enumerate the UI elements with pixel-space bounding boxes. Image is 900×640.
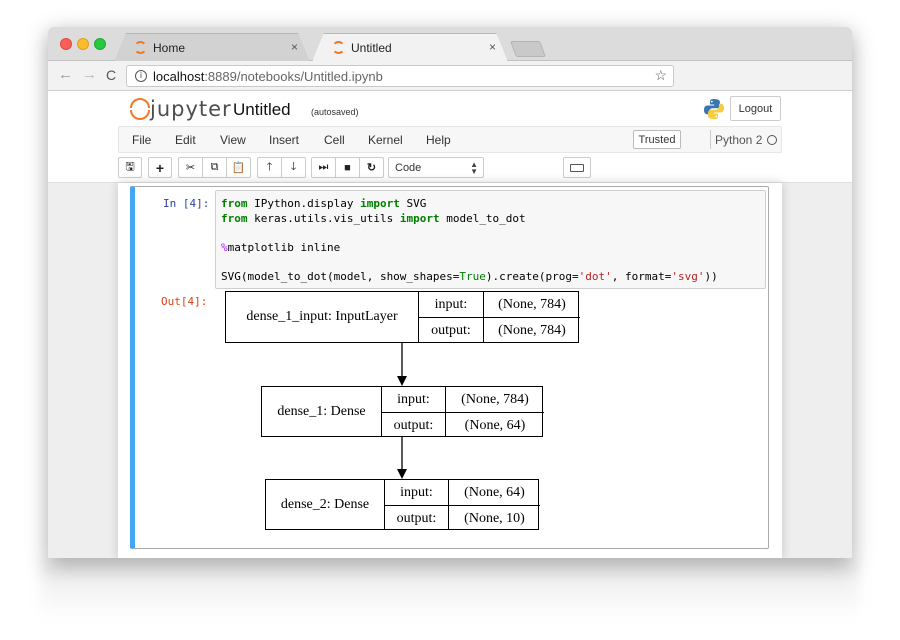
tab-label: Untitled [351, 40, 392, 55]
insert-cell-icon[interactable]: + [148, 157, 172, 178]
forward-icon[interactable]: → [82, 66, 97, 83]
jupyter-favicon-icon [134, 41, 147, 54]
graph-node-dense-2: dense_2: Dense input: (None, 64) output:… [265, 479, 540, 530]
tab-label: Home [153, 40, 186, 55]
jupyter-favicon-icon [332, 41, 345, 54]
input-label: input: [400, 484, 433, 500]
graph-node-input-layer: dense_1_input: InputLayer input: (None, … [225, 291, 580, 343]
output-shape: (None, 784) [498, 322, 566, 338]
edge-arrow-1 [397, 343, 407, 386]
notebook-toolbar: 🖫 + ✂ ⧉ 📋 🡑 🡓 ⏭ ■ ↻ Code ▲ ▼ [118, 154, 782, 182]
close-window-button[interactable] [60, 38, 72, 50]
close-tab-icon[interactable]: × [489, 40, 496, 54]
output-shape: (None, 10) [464, 510, 525, 526]
input-shape: (None, 784) [498, 296, 566, 312]
autosave-status: (autosaved) [311, 107, 359, 117]
cell-type-value: Code [395, 161, 422, 174]
menu-cell[interactable]: Cell [324, 133, 345, 147]
jupyter-header: jupyter Untitled (autosaved) Logout File… [48, 91, 852, 183]
input-label: input: [397, 391, 430, 407]
code-cell[interactable]: In [4]: from IPython.display import SVG … [130, 186, 769, 549]
menu-file[interactable]: File [132, 133, 151, 147]
menu-insert[interactable]: Insert [269, 133, 299, 147]
notebook-container: In [4]: from IPython.display import SVG … [118, 183, 782, 558]
page-content: jupyter Untitled (autosaved) Logout File… [48, 91, 852, 558]
close-tab-icon[interactable]: × [291, 40, 298, 54]
menu-view[interactable]: View [220, 133, 246, 147]
cut-icon[interactable]: ✂ [178, 157, 203, 178]
minimize-window-button[interactable] [77, 38, 89, 50]
info-icon[interactable]: i [135, 70, 147, 82]
input-prompt: In [4]: [163, 197, 210, 210]
menu-help[interactable]: Help [426, 133, 451, 147]
save-icon[interactable]: 🖫 [118, 157, 142, 178]
menu-edit[interactable]: Edit [175, 133, 196, 147]
logout-button[interactable]: Logout [730, 96, 781, 121]
paste-icon[interactable]: 📋 [226, 157, 251, 178]
reload-icon[interactable]: C [106, 67, 116, 83]
browser-window: Home × Untitled × ← → C i localhost:8889… [48, 27, 852, 558]
node-name: dense_2: Dense [266, 480, 385, 529]
jupyter-logo-icon [130, 98, 150, 120]
output-label: output: [396, 510, 437, 526]
window-reflection [40, 560, 860, 620]
input-label: input: [434, 296, 468, 312]
url-field[interactable]: i localhost:8889/notebooks/Untitled.ipyn… [126, 65, 674, 87]
node-name: dense_1: Dense [262, 387, 382, 436]
move-down-icon[interactable]: 🡓 [281, 157, 306, 178]
tab-untitled[interactable]: Untitled × [312, 33, 508, 62]
kernel-idle-indicator-icon [767, 135, 777, 145]
select-arrows-icon: ▲ ▼ [470, 160, 478, 176]
maximize-window-button[interactable] [94, 38, 106, 50]
run-icon[interactable]: ⏭ [311, 157, 336, 178]
node-name: dense_1_input: InputLayer [226, 292, 419, 342]
tab-home[interactable]: Home × [114, 33, 310, 62]
edge-arrow-2 [397, 437, 407, 479]
back-icon[interactable]: ← [58, 66, 73, 83]
divider [710, 130, 711, 149]
code-editor[interactable]: from IPython.display import SVG from ker… [215, 190, 766, 289]
python-logo-icon [704, 99, 724, 119]
url-text: localhost:8889/notebooks/Untitled.ipynb [153, 68, 383, 84]
copy-icon[interactable]: ⧉ [202, 157, 227, 178]
bookmark-star-icon[interactable]: ☆ [654, 67, 667, 84]
graph-node-dense-1: dense_1: Dense input: (None, 784) output… [261, 386, 544, 437]
move-up-icon[interactable]: 🡑 [257, 157, 282, 178]
output-label: output: [393, 417, 434, 433]
cell-type-select[interactable]: Code ▲ ▼ [388, 157, 484, 178]
output-label: output: [431, 322, 471, 338]
stop-icon[interactable]: ■ [335, 157, 360, 178]
output-shape: (None, 64) [464, 417, 526, 433]
new-tab-button[interactable] [510, 41, 546, 57]
trusted-button[interactable]: Trusted [633, 130, 681, 149]
input-shape: (None, 64) [464, 484, 525, 500]
jupyter-logo[interactable]: jupyter [130, 97, 232, 121]
tab-bar: Home × Untitled × [48, 27, 852, 62]
notebook-title[interactable]: Untitled [233, 100, 291, 120]
kernel-name: Python 2 [715, 133, 763, 147]
menu-kernel[interactable]: Kernel [368, 133, 403, 147]
menu-bar: File Edit View Insert Cell Kernel Help T… [118, 126, 782, 153]
input-shape: (None, 784) [461, 391, 529, 407]
address-bar: ← → C i localhost:8889/notebooks/Untitle… [48, 61, 852, 91]
keyboard-shortcuts-icon[interactable] [563, 157, 591, 178]
output-prompt: Out[4]: [161, 295, 208, 308]
restart-icon[interactable]: ↻ [359, 157, 384, 178]
